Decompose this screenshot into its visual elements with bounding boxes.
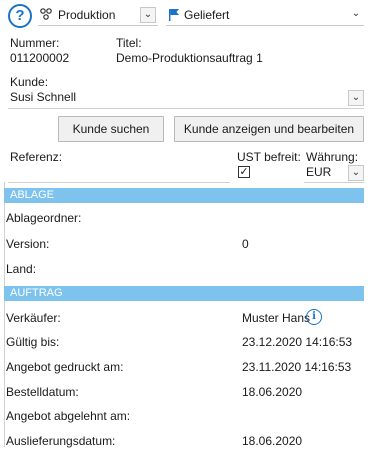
version-label: Version: (6, 237, 50, 251)
valid-until-value: 23.12.2020 14:16:53 (242, 335, 353, 349)
country-label: Land: (6, 262, 37, 276)
vat-free-checkbox[interactable]: ✓ (238, 166, 250, 178)
order-date-value: 18.06.2020 (242, 385, 303, 399)
delivery-date-value: 18.06.2020 (242, 434, 303, 448)
status-value: Geliefert (184, 8, 230, 22)
reference-label: Referenz: (10, 150, 63, 164)
rejected-label: Angebot abgelehnt am: (6, 409, 131, 423)
search-customer-button[interactable]: Kunde suchen (58, 116, 164, 142)
flag-icon (168, 8, 180, 24)
category-value: Produktion (58, 8, 116, 22)
currency-value: EUR (306, 165, 332, 179)
show-edit-customer-button[interactable]: Kunde anzeigen und bearbeiten (174, 116, 364, 142)
customer-field[interactable]: Susi Schnell ⌄ (8, 88, 364, 109)
section-header-ablage: ABLAGE (4, 188, 364, 203)
folder-label: Ablageordner: (6, 211, 82, 225)
customer-label: Kunde: (10, 75, 49, 89)
chevron-down-icon[interactable]: ⌄ (348, 165, 364, 181)
chevron-down-icon[interactable]: ⌄ (140, 7, 156, 23)
valid-until-label: Gültig bis: (6, 335, 60, 349)
currency-dropdown[interactable]: EUR ⌄ (304, 162, 364, 183)
chevron-down-icon[interactable]: ⌄ (348, 7, 364, 23)
chevron-down-icon[interactable]: ⌄ (348, 90, 364, 106)
reference-input[interactable] (8, 164, 230, 183)
version-value: 0 (242, 237, 249, 251)
help-icon[interactable]: ? (8, 4, 32, 28)
customer-value: Susi Schnell (10, 90, 77, 104)
vat-free-label: UST befreit: (237, 150, 301, 164)
divider (4, 182, 5, 447)
seller-value: Muster Hans (242, 311, 311, 325)
seller-label: Verkäufer: (6, 311, 61, 325)
category-dropdown[interactable]: Produktion ⌄ (38, 4, 158, 26)
order-date-label: Bestelldatum: (6, 385, 79, 399)
title-label: Titel: (116, 36, 142, 50)
printed-label: Angebot gedruckt am: (6, 360, 124, 374)
title-value: Demo-Produktionsauftrag 1 (116, 51, 263, 65)
printed-value: 23.11.2020 14:16:53 (242, 360, 352, 374)
section-header-auftrag: AUFTRAG (4, 286, 364, 301)
structure-icon (40, 8, 52, 23)
info-icon[interactable]: i (306, 309, 322, 325)
delivery-date-label: Auslieferungsdatum: (6, 434, 116, 448)
number-value: 011200002 (10, 51, 70, 65)
number-label: Nummer: (10, 36, 60, 50)
status-dropdown[interactable]: Geliefert ⌄ (166, 4, 364, 26)
